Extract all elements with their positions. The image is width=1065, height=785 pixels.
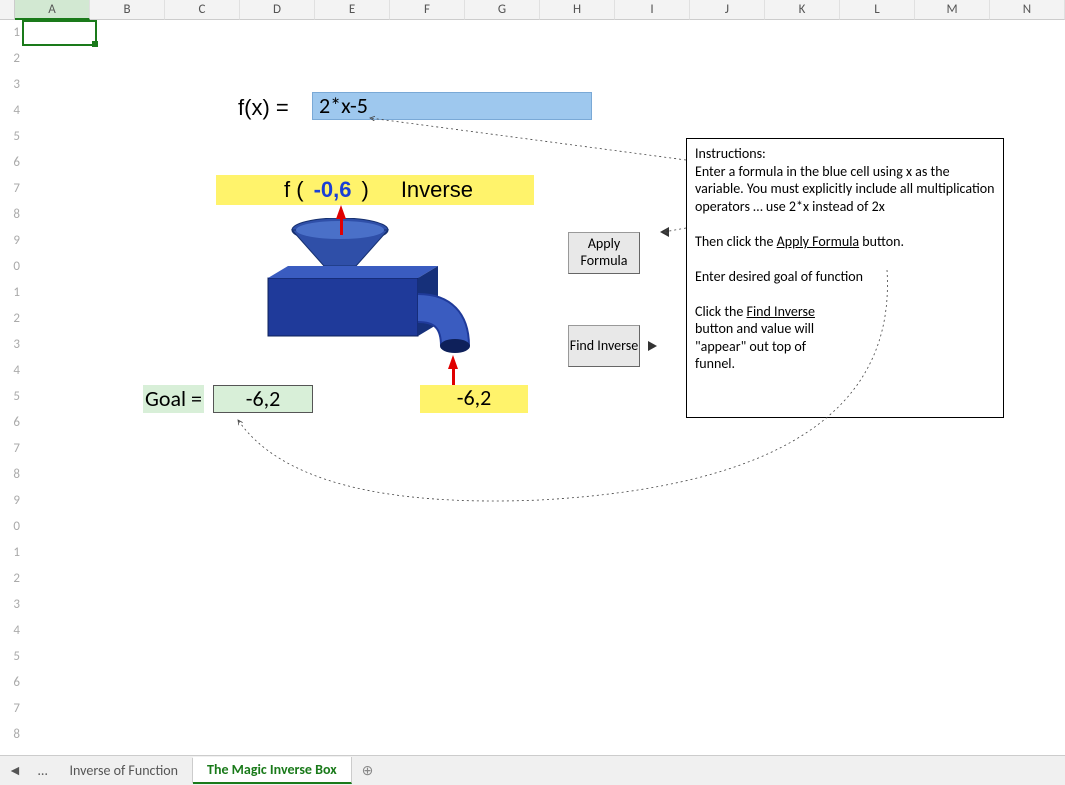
- arrow-left-icon: [660, 227, 669, 237]
- col-header-N[interactable]: N: [990, 0, 1065, 20]
- col-header-J[interactable]: J: [690, 0, 765, 20]
- f-open: f (: [216, 177, 304, 203]
- row-headers: 12345678901234567890123456789: [0, 20, 22, 755]
- arrow-up-icon: [448, 355, 458, 369]
- instructions-title: Instructions:: [695, 145, 766, 162]
- f-input-value: -0,6: [304, 177, 362, 203]
- worksheet-grid[interactable]: 12345678901234567890123456789 f(x) = 2*x…: [0, 20, 1065, 755]
- col-header-F[interactable]: F: [390, 0, 465, 20]
- row-header[interactable]: 4: [0, 618, 22, 644]
- row-header[interactable]: 8: [0, 462, 22, 488]
- row-header[interactable]: 6: [0, 670, 22, 696]
- col-header-L[interactable]: L: [840, 0, 915, 20]
- col-header-K[interactable]: K: [765, 0, 840, 20]
- goal-input-cell[interactable]: -6,2: [213, 385, 313, 413]
- row-header[interactable]: 5: [0, 124, 22, 150]
- row-header[interactable]: 2: [0, 46, 22, 72]
- col-header-D[interactable]: D: [240, 0, 315, 20]
- row-header[interactable]: 9: [0, 488, 22, 514]
- row-header[interactable]: 3: [0, 332, 22, 358]
- col-header-G[interactable]: G: [465, 0, 540, 20]
- selected-cell-A1: [22, 20, 97, 46]
- row-header[interactable]: 1: [0, 20, 22, 46]
- find-inverse-underline: Find Inverse: [747, 303, 815, 320]
- col-header-A[interactable]: A: [15, 0, 90, 20]
- col-header-C[interactable]: C: [165, 0, 240, 20]
- arrow-up-icon: [336, 205, 346, 219]
- col-header-M[interactable]: M: [915, 0, 990, 20]
- formula-input-cell[interactable]: 2*x-5: [312, 92, 592, 120]
- output-value-cell: -6,2: [420, 385, 528, 413]
- row-header[interactable]: 7: [0, 436, 22, 462]
- row-header[interactable]: 4: [0, 358, 22, 384]
- col-header-E[interactable]: E: [315, 0, 390, 20]
- instructions-p1: Enter a formula in the blue cell using x…: [695, 163, 994, 215]
- tab-nav-prev-icon[interactable]: ◄: [0, 762, 30, 779]
- row-header[interactable]: 1: [0, 540, 22, 566]
- instructions-p5: button and value will "appear" out top o…: [695, 320, 845, 373]
- f-close: ): [361, 177, 382, 203]
- instructions-p4a: Click the: [695, 303, 747, 320]
- row-header[interactable]: 2: [0, 306, 22, 332]
- row-header[interactable]: 2: [0, 566, 22, 592]
- row-header[interactable]: 1: [0, 280, 22, 306]
- find-inverse-button[interactable]: Find Inverse: [568, 325, 640, 367]
- sheet-tabs-bar: ◄ … Inverse of Function The Magic Invers…: [0, 755, 1065, 785]
- arrow-right-icon: [648, 341, 657, 351]
- goal-label: Goal =: [143, 385, 204, 413]
- row-header[interactable]: 0: [0, 254, 22, 280]
- instructions-box: Instructions: Enter a formula in the blu…: [686, 138, 1004, 418]
- select-all-corner[interactable]: [0, 0, 15, 20]
- row-header[interactable]: 9: [0, 228, 22, 254]
- row-header[interactable]: 8: [0, 202, 22, 228]
- row-header[interactable]: 3: [0, 592, 22, 618]
- row-header[interactable]: 5: [0, 384, 22, 410]
- row-header[interactable]: 0: [0, 514, 22, 540]
- instructions-p2b: button.: [859, 233, 904, 250]
- add-sheet-button[interactable]: ⊕: [352, 762, 384, 779]
- row-header[interactable]: 6: [0, 410, 22, 436]
- row-header[interactable]: 3: [0, 72, 22, 98]
- inverse-label: Inverse: [383, 177, 473, 203]
- fx-label: f(x) =: [238, 95, 289, 121]
- row-header[interactable]: 7: [0, 176, 22, 202]
- row-header[interactable]: 7: [0, 696, 22, 722]
- apply-formula-underline: Apply Formula: [777, 233, 860, 250]
- column-headers: A B C D E F G H I J K L M N: [0, 0, 1065, 20]
- row-header[interactable]: 6: [0, 150, 22, 176]
- tab-magic-inverse-box[interactable]: The Magic Inverse Box: [193, 757, 352, 784]
- tab-nav-more-icon[interactable]: …: [30, 762, 56, 779]
- function-display-bar: f ( -0,6 ) Inverse: [216, 175, 534, 205]
- instructions-p3: Enter desired goal of function: [695, 268, 863, 285]
- instructions-p2a: Then click the: [695, 233, 777, 250]
- funnel-machine-icon: [260, 218, 490, 378]
- col-header-H[interactable]: H: [540, 0, 615, 20]
- col-header-B[interactable]: B: [90, 0, 165, 20]
- row-header[interactable]: 5: [0, 644, 22, 670]
- apply-formula-button[interactable]: Apply Formula: [568, 232, 640, 274]
- row-header[interactable]: 4: [0, 98, 22, 124]
- tab-inverse-of-function[interactable]: Inverse of Function: [56, 758, 193, 783]
- row-header[interactable]: 8: [0, 722, 22, 748]
- col-header-I[interactable]: I: [615, 0, 690, 20]
